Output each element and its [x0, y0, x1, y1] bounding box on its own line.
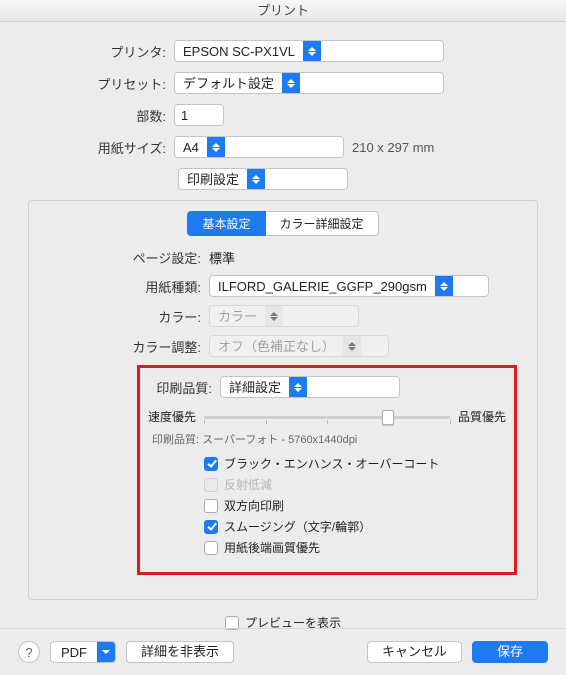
media-type-label: 用紙種類:	[39, 277, 209, 296]
color-adjust-select: オフ（色補正なし）	[209, 335, 389, 357]
toggle-details-button[interactable]: 詳細を非表示	[126, 641, 234, 663]
smoothing-label: スムージング（文字/輪郭）	[224, 518, 371, 535]
quality-readout: 印刷品質: スーパーフォト - 5760x1440dpi	[152, 431, 506, 447]
black-enhance-row[interactable]: ブラック・エンハンス・オーバーコート	[204, 455, 506, 472]
smoothing-row[interactable]: スムージング（文字/輪郭）	[204, 518, 506, 535]
dropdown-caret-icon	[303, 41, 321, 61]
paper-size-select[interactable]: A4	[174, 136, 344, 158]
bidirectional-checkbox[interactable]	[204, 499, 218, 513]
printer-label: プリンタ:	[24, 42, 174, 61]
trailing-edge-row[interactable]: 用紙後端画質優先	[204, 539, 506, 556]
dropdown-caret-icon	[265, 306, 283, 326]
dropdown-caret-icon	[282, 73, 300, 93]
tab-advanced-color[interactable]: カラー詳細設定	[266, 211, 379, 236]
print-quality-value: 詳細設定	[221, 377, 289, 397]
help-button[interactable]: ?	[18, 641, 40, 663]
page-setup-value: 標準	[209, 248, 235, 267]
reflection-row: 反射低減	[204, 476, 506, 493]
settings-tabs: 基本設定 カラー詳細設定	[39, 211, 527, 236]
preset-label: プリセット:	[24, 74, 174, 93]
print-settings-panel: 基本設定 カラー詳細設定 ページ設定: 標準 用紙種類: ILFORD_GALE…	[28, 200, 538, 600]
section-value: 印刷設定	[179, 169, 247, 189]
speed-priority-label: 速度優先	[148, 408, 196, 425]
dropdown-caret-icon	[435, 276, 453, 296]
copies-input[interactable]: 1	[174, 104, 224, 126]
save-button[interactable]: 保存	[472, 641, 548, 663]
page-setup-label: ページ設定:	[39, 248, 209, 267]
print-quality-label: 印刷品質:	[148, 378, 220, 397]
media-type-select[interactable]: ILFORD_GALERIE_GGFP_290gsm	[209, 275, 489, 297]
chevron-down-icon	[97, 642, 115, 662]
dialog-content: プリンタ: EPSON SC-PX1VL プリセット: デフォルト設定 部数: …	[0, 22, 566, 631]
window-titlebar: プリント	[0, 0, 566, 22]
black-enhance-checkbox[interactable]	[204, 457, 218, 471]
trailing-edge-label: 用紙後端画質優先	[224, 539, 320, 556]
preset-value: デフォルト設定	[175, 73, 282, 93]
copies-label: 部数:	[24, 106, 174, 125]
reflection-checkbox	[204, 478, 218, 492]
dropdown-caret-icon	[207, 137, 225, 157]
pdf-menu-button[interactable]: PDF	[50, 641, 116, 663]
smoothing-checkbox[interactable]	[204, 520, 218, 534]
help-icon: ?	[25, 645, 32, 660]
printer-select[interactable]: EPSON SC-PX1VL	[174, 40, 444, 62]
print-quality-select[interactable]: 詳細設定	[220, 376, 400, 398]
quality-slider[interactable]	[204, 409, 450, 425]
quality-priority-label: 品質優先	[458, 408, 506, 425]
dropdown-caret-icon	[343, 336, 361, 356]
dropdown-caret-icon	[289, 377, 307, 397]
black-enhance-label: ブラック・エンハンス・オーバーコート	[224, 455, 439, 472]
color-select: カラー	[209, 305, 359, 327]
bidirectional-label: 双方向印刷	[224, 497, 284, 514]
bidirectional-row[interactable]: 双方向印刷	[204, 497, 506, 514]
tab-basic[interactable]: 基本設定	[187, 211, 265, 236]
printer-value: EPSON SC-PX1VL	[175, 41, 303, 61]
pdf-label: PDF	[51, 642, 97, 662]
dropdown-caret-icon	[247, 169, 265, 189]
bottom-toolbar: ? PDF 詳細を非表示 キャンセル 保存	[0, 628, 566, 675]
color-value: カラー	[210, 306, 265, 326]
reflection-label: 反射低減	[224, 476, 272, 493]
window-title: プリント	[257, 3, 309, 18]
color-label: カラー:	[39, 307, 209, 326]
trailing-edge-checkbox[interactable]	[204, 541, 218, 555]
paper-dimensions: 210 x 297 mm	[352, 140, 434, 155]
color-adjust-value: オフ（色補正なし）	[210, 336, 343, 356]
cancel-button[interactable]: キャンセル	[367, 641, 462, 663]
color-adjust-label: カラー調整:	[39, 337, 209, 356]
paper-size-label: 用紙サイズ:	[24, 138, 174, 157]
quality-slider-row: 速度優先 品質優先	[148, 408, 506, 425]
media-type-value: ILFORD_GALERIE_GGFP_290gsm	[210, 276, 435, 296]
quality-highlight-box: 印刷品質: 詳細設定 速度優先 品質優先	[137, 365, 517, 575]
section-select[interactable]: 印刷設定	[178, 168, 348, 190]
preset-select[interactable]: デフォルト設定	[174, 72, 444, 94]
slider-thumb[interactable]	[382, 410, 394, 425]
paper-size-value: A4	[175, 137, 207, 157]
